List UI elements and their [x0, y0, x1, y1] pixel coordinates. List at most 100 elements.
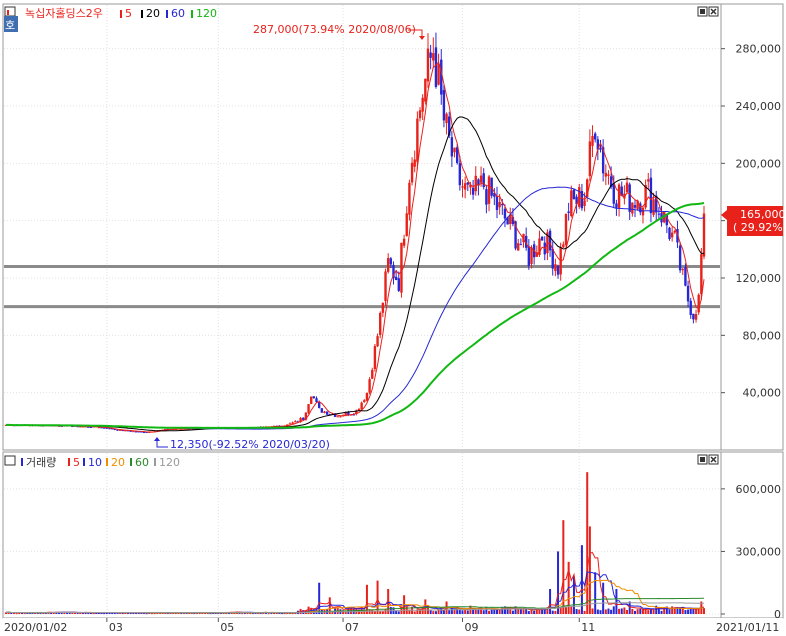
- candle-body: [312, 396, 316, 399]
- candle-body: [386, 258, 390, 272]
- volume-bar: [620, 608, 623, 614]
- candle-body: [421, 97, 424, 112]
- volume-bar: [395, 611, 398, 614]
- volume-bar: [10, 612, 13, 614]
- candle-body: [554, 264, 557, 271]
- candle-body: [463, 183, 467, 190]
- volume-bar: [610, 609, 613, 614]
- candle-body: [339, 416, 342, 418]
- volume-bar: [434, 611, 437, 614]
- vma60-swatch: [130, 458, 132, 466]
- maximize-icon: [700, 9, 705, 14]
- candle-body: [471, 187, 475, 195]
- price-tick-label: 200,000: [736, 157, 782, 170]
- candle-body: [652, 199, 655, 215]
- candle-body: [445, 113, 448, 124]
- candle-body: [394, 276, 398, 280]
- current-price: 165,000: [740, 208, 786, 221]
- volume-bar: [647, 610, 650, 614]
- candle-body: [402, 238, 406, 246]
- candle-body: [657, 213, 661, 215]
- candle-body: [556, 265, 560, 275]
- volume-bar: [564, 607, 567, 614]
- volume-maximize-icon: [700, 457, 705, 462]
- vma10-label: 10: [88, 456, 102, 469]
- volume-bar: [602, 582, 605, 614]
- candle-body: [381, 302, 385, 313]
- chart-icon-bar: [7, 10, 9, 15]
- candle-body: [692, 313, 695, 320]
- volume-bar: [684, 610, 687, 614]
- volume-bar: [397, 611, 400, 614]
- candle-body: [116, 429, 119, 431]
- volume-bar: [623, 607, 626, 614]
- volume-bar: [660, 610, 663, 614]
- volume-bar: [557, 551, 560, 614]
- volume-bar: [413, 611, 416, 614]
- volume-bar: [591, 608, 594, 614]
- volume-bar: [511, 610, 514, 614]
- low-annotation: 12,350(-92.52% 2020/03/20): [170, 438, 330, 451]
- candle-body: [294, 421, 297, 423]
- price-tick-label: 80,000: [743, 329, 782, 342]
- volume-bar: [79, 613, 82, 615]
- volume-bar: [586, 472, 589, 614]
- stock-name: 녹십자홀딩스2우: [25, 7, 103, 20]
- volume-bar: [689, 608, 692, 614]
- candle-body: [453, 147, 456, 153]
- candle-body: [617, 184, 621, 208]
- candle-body: [607, 174, 610, 176]
- volume-bar: [549, 588, 552, 614]
- volume-bar: [466, 610, 469, 614]
- candle-body: [413, 159, 416, 167]
- vma5-label: 5: [73, 456, 80, 469]
- volume-bar: [241, 613, 244, 615]
- volume-bar: [570, 606, 573, 614]
- candle-body: [615, 203, 618, 208]
- price-tick-label: 120,000: [736, 272, 782, 285]
- candle-body: [670, 232, 674, 238]
- volume-bar: [596, 609, 599, 614]
- candle-body: [649, 177, 653, 214]
- vma20-swatch: [106, 458, 108, 466]
- ma20-swatch: [141, 10, 143, 18]
- ma60-label: 60: [171, 7, 185, 20]
- x-tick-label: 07: [345, 621, 359, 634]
- candle-body: [599, 147, 602, 150]
- volume-bar: [626, 609, 629, 614]
- candle-body: [530, 247, 533, 264]
- candle-body: [450, 137, 454, 157]
- candle-body: [325, 411, 329, 415]
- candle-body: [678, 245, 682, 271]
- candle-body: [583, 200, 586, 206]
- candle-body: [498, 202, 501, 208]
- volume-tick-label: 300,000: [736, 545, 782, 558]
- volume-icon: [4, 455, 16, 466]
- volume-bar: [429, 609, 432, 614]
- price-panel-frame: [2, 3, 722, 451]
- candle-body: [591, 135, 594, 146]
- candle-body: [410, 162, 414, 183]
- candle-body: [323, 411, 326, 413]
- volume-bar: [612, 606, 615, 614]
- volume-bar: [519, 609, 522, 614]
- x-start-label: 2020/01/02: [4, 621, 67, 634]
- volume-bar: [448, 610, 451, 614]
- volume-bar: [639, 608, 642, 614]
- candle-body: [461, 186, 464, 188]
- volume-bar: [517, 608, 520, 614]
- volume-bar: [92, 613, 95, 615]
- candle-body: [509, 214, 512, 224]
- candle-body: [604, 172, 608, 177]
- candle-body: [379, 312, 382, 335]
- volume-bar: [482, 610, 485, 614]
- volume-tick-label: 600,000: [736, 483, 782, 496]
- candle-body: [320, 408, 324, 413]
- current-change: ( 29.92%): [733, 221, 786, 234]
- candle-body: [315, 398, 318, 403]
- candle-body: [384, 271, 387, 302]
- candle-body: [570, 190, 573, 217]
- volume-bar: [488, 610, 491, 614]
- candle-body: [564, 213, 568, 245]
- candle-body: [517, 243, 520, 251]
